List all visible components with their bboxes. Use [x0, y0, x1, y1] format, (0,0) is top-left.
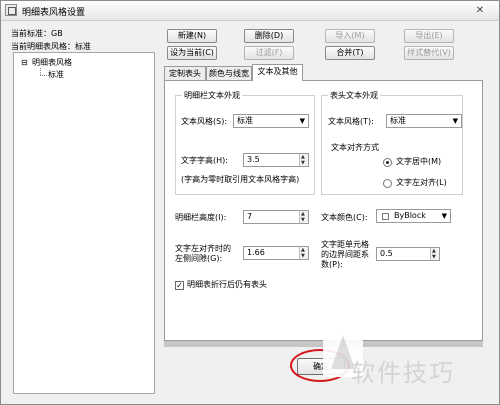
spinner-buttons[interactable]: ▲ ▼: [299, 211, 308, 223]
border-gap-spinner[interactable]: 0.5 ▲ ▼: [376, 247, 440, 261]
detail-text-style-select[interactable]: 标准 ▼: [233, 114, 309, 128]
dropdown-arrow-icon: ▼: [452, 117, 458, 125]
close-icon[interactable]: ✕: [467, 3, 493, 18]
detail-text-style-value: 标准: [237, 116, 253, 125]
new-button[interactable]: 新建(N): [167, 29, 217, 43]
align-center-label[interactable]: 文字居中(M): [396, 157, 441, 167]
title-bar: 明细表风格设置 ✕: [1, 1, 499, 21]
current-standard-label: 当前标准：GB: [11, 29, 63, 38]
repeat-header-label[interactable]: 明细表折行后仍有表头: [187, 280, 267, 290]
dropdown-arrow-icon: ▼: [299, 117, 305, 125]
spinner-buttons[interactable]: ▲ ▼: [299, 154, 308, 166]
border-gap-value: 0.5: [380, 249, 393, 258]
text-color-value: ByBlock: [394, 211, 426, 220]
border-gap-label-line-3: 数(P):: [321, 260, 343, 269]
repeat-header-checkbox[interactable]: ✓: [175, 281, 184, 290]
merge-button[interactable]: 合并(T): [325, 46, 375, 60]
row-height-label: 明细栏高度(I):: [175, 213, 227, 222]
current-style-label: 当前明细表风格：标准: [11, 42, 91, 51]
header-text-group-title: 表头文本外观: [328, 90, 380, 101]
tab-text-other[interactable]: 文本及其他: [252, 64, 303, 81]
tab-panel-text-other: 明细栏文本外观 文本风格(S): 标准 ▼ 文字字高(H): 3.5 ▲ ▼ (…: [164, 80, 483, 341]
set-current-button[interactable]: 设为当前(C): [167, 46, 217, 60]
spinner-buttons[interactable]: ▲ ▼: [430, 248, 439, 260]
align-center-radio[interactable]: [383, 158, 392, 167]
style-replace-button[interactable]: 样式替代(V): [404, 46, 454, 60]
spin-down-icon[interactable]: ▼: [301, 217, 305, 223]
tab-color-linewidth[interactable]: 颜色与线宽: [206, 66, 252, 80]
tab-custom-header[interactable]: 定制表头: [164, 66, 206, 80]
color-swatch: [382, 213, 389, 220]
export-button[interactable]: 导出(E): [404, 29, 454, 43]
detail-text-group-title: 明细栏文本外观: [182, 90, 242, 101]
tree-connector: [40, 68, 41, 75]
text-color-label: 文本颜色(C):: [321, 213, 368, 222]
detail-text-height-label: 文字字高(H):: [181, 156, 228, 165]
detail-text-height-spinner[interactable]: 3.5 ▲ ▼: [243, 153, 309, 167]
watermark-text: 软件技巧: [351, 359, 455, 387]
tree-connector: [40, 75, 47, 76]
left-gap-spinner[interactable]: 1.66 ▲ ▼: [243, 246, 309, 260]
spin-down-icon[interactable]: ▼: [301, 253, 305, 259]
tree-item-style-root[interactable]: 明细表风格: [32, 57, 72, 68]
border-gap-label-line-2: 的边界间距系: [321, 250, 369, 259]
style-tree[interactable]: ⊟ 明细表风格 标准: [13, 52, 155, 394]
spin-down-icon[interactable]: ▼: [301, 160, 305, 166]
left-gap-label-line-2: 左侧间隙(G):: [175, 254, 223, 263]
spinner-buttons[interactable]: ▲ ▼: [299, 247, 308, 259]
filter-button[interactable]: 过滤(F): [244, 46, 294, 60]
left-gap-label-line-1: 文字左对齐时的: [175, 244, 231, 253]
tree-collapse-icon[interactable]: ⊟: [21, 58, 28, 67]
style-settings-dialog: 明细表风格设置 ✕ 当前标准：GB 当前明细表风格：标准 ⊟ 明细表风格 标准 …: [0, 0, 500, 405]
header-align-title: 文本对齐方式: [331, 143, 379, 152]
detail-text-height-value: 3.5: [247, 155, 260, 164]
header-text-style-label: 文本风格(T):: [328, 117, 374, 126]
app-icon: [5, 4, 17, 16]
import-button[interactable]: 导入(M): [325, 29, 375, 43]
window-title: 明细表风格设置: [22, 8, 86, 18]
text-color-select[interactable]: ByBlock ▼: [376, 209, 451, 223]
align-left-radio[interactable]: [383, 179, 392, 188]
dropdown-arrow-icon: ▼: [441, 212, 447, 220]
align-left-label[interactable]: 文字左对齐(L): [396, 178, 447, 188]
detail-text-style-label: 文本风格(S):: [181, 117, 228, 126]
header-text-style-select[interactable]: 标准 ▼: [386, 114, 462, 128]
header-text-style-value: 标准: [390, 116, 406, 125]
detail-text-height-note: (字高为零时取引用文本风格字高): [181, 175, 300, 184]
tree-item-standard[interactable]: 标准: [48, 69, 64, 80]
border-gap-label-line-1: 文字距单元格: [321, 240, 369, 249]
row-height-value: 7: [247, 212, 253, 221]
spin-down-icon[interactable]: ▼: [432, 254, 436, 260]
left-gap-value: 1.66: [247, 248, 265, 257]
delete-button[interactable]: 删除(D): [244, 29, 294, 43]
row-height-spinner[interactable]: 7 ▲ ▼: [243, 210, 309, 224]
